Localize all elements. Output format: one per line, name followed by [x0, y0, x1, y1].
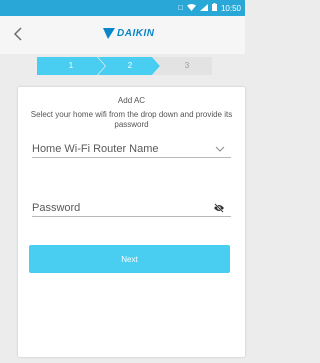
- step-2-label: 2: [127, 61, 133, 70]
- wifi-icon: [186, 3, 196, 13]
- step-1-label: 1: [68, 61, 74, 70]
- password-field[interactable]: Password: [32, 196, 231, 217]
- progress-stepper: 1 2 3: [37, 57, 212, 75]
- status-bar: □ 10:50: [0, 0, 245, 16]
- next-button-label: Next: [121, 254, 138, 264]
- daikin-logo: DAIKIN: [103, 26, 154, 40]
- eye-off-icon[interactable]: [213, 203, 225, 213]
- logo-text: DAIKIN: [117, 27, 155, 39]
- wifi-router-placeholder: Home Wi-Fi Router Name: [32, 143, 159, 155]
- password-placeholder: Password: [32, 202, 81, 214]
- wifi-router-select[interactable]: Home Wi-Fi Router Name: [32, 137, 231, 158]
- daikin-logo-mark: [103, 27, 115, 39]
- chevron-down-icon: [215, 146, 225, 152]
- chevron-left-icon: [13, 27, 22, 41]
- signal-icon: [199, 3, 208, 13]
- battery-icon: [211, 3, 217, 13]
- status-time: 10:50: [220, 3, 241, 13]
- step-3-label: 3: [184, 61, 190, 70]
- back-button[interactable]: [6, 22, 30, 46]
- vibrate-icon: □: [178, 3, 183, 12]
- next-button[interactable]: Next: [29, 245, 230, 273]
- card-instructions: Select your home wifi from the drop down…: [30, 110, 233, 129]
- add-ac-card: Add AC Select your home wifi from the dr…: [18, 87, 245, 357]
- app-bar: DAIKIN: [0, 16, 245, 54]
- card-title: Add AC: [117, 96, 146, 105]
